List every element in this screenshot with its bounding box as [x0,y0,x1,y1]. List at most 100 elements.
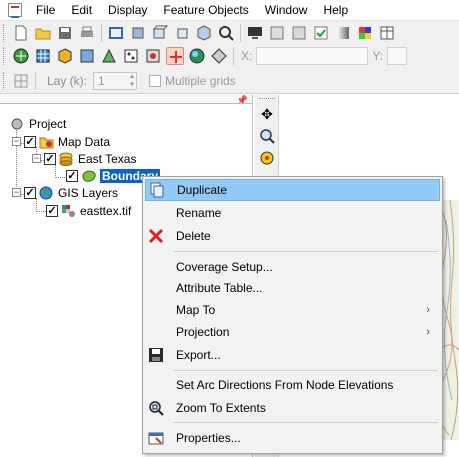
grid-layer-icon [12,72,30,90]
gis-module-icon[interactable] [188,47,206,65]
properties-label: Properties... [176,431,241,445]
print-icon[interactable] [78,24,96,42]
tin-module-icon[interactable] [100,47,118,65]
grid-module-icon[interactable] [34,47,52,65]
view-3d-alt-icon[interactable] [173,24,191,42]
properties-icon [147,429,165,447]
coverage-setup-label: Coverage Setup... [176,260,273,274]
lay-label: Lay (k): [47,73,88,88]
tree-label-east-texas: East Texas [78,151,137,166]
menu-item-projection[interactable]: Projection › [145,321,440,343]
gis-globe-icon [39,186,54,200]
context-menu: Duplicate Rename Delete Coverage Setup..… [142,176,443,454]
project-icon [10,117,25,131]
y-coord-label: Y: [372,49,384,63]
menu-item-export[interactable]: Export... [145,344,440,366]
attribute-table-label: Attribute Table... [176,281,263,295]
borehole-module-icon[interactable] [122,47,140,65]
menu-window[interactable]: Window [257,0,316,20]
tree-item-gis-layers[interactable]: − ✓ GIS Layers [12,184,118,201]
collapse-east-texas[interactable]: − [32,154,41,163]
menu-item-coverage-setup[interactable]: Coverage Setup... [145,256,440,278]
grid-layer-toolbar: Lay (k): 1 Multiple grids [0,68,459,94]
module-toolbar: X: Y: [0,44,459,68]
menu-edit[interactable]: Edit [63,0,100,20]
open-folder-icon[interactable] [34,24,52,42]
annotation-module-icon[interactable] [210,47,228,65]
boundary-polygon-icon [81,169,96,183]
projection-label: Projection [176,325,230,339]
checkbox-map-data[interactable]: ✓ [24,135,36,148]
menu-item-zoom-to-extents[interactable]: Zoom To Extents [145,397,440,419]
menu-file[interactable]: File [28,0,63,20]
menu-help[interactable]: Help [315,0,356,20]
collapse-gis-layers[interactable]: − [12,188,21,197]
standard-toolbar [0,20,459,44]
checkbox-easttex[interactable]: ✓ [46,204,58,217]
raster-image-icon [61,204,76,218]
frame-zoom-icon[interactable] [217,24,235,42]
tree-label-project: Project [29,116,67,131]
display-options-icon[interactable] [268,24,286,42]
zoom-tool-icon[interactable] [258,127,276,145]
checkbox-gis-layers[interactable]: ✓ [24,186,36,199]
table-icon[interactable] [378,24,396,42]
toolbar-grip[interactable] [3,23,6,42]
toolbar-grip[interactable] [3,71,6,90]
menu-item-set-arc-directions[interactable]: Set Arc Directions From Node Elevations [145,374,440,396]
display-monitor-icon[interactable] [246,24,264,42]
set-arc-directions-label: Set Arc Directions From Node Elevations [176,378,394,392]
multiple-grids-checkbox[interactable] [149,74,162,87]
tree-item-project[interactable]: Project [10,115,66,132]
save-icon [147,346,165,364]
menu-item-properties[interactable]: Properties... [145,427,440,449]
save-disk-icon[interactable] [56,24,74,42]
rotate-icon[interactable] [129,24,147,42]
x-coord-field[interactable] [256,47,369,65]
gradient-icon[interactable] [334,24,352,42]
color-grid-icon[interactable] [356,24,374,42]
checklist-icon[interactable] [312,24,330,42]
tree-label-map-data: Map Data [58,134,111,149]
menu-item-duplicate[interactable]: Duplicate [145,179,440,201]
menu-item-rename[interactable]: Rename [145,202,440,224]
view-cube-icon[interactable] [195,24,213,42]
menu-display[interactable]: Display [100,0,155,20]
menu-item-delete[interactable]: Delete [145,225,440,247]
submenu-arrow-icon: › [426,304,430,316]
y-coord-field[interactable] [387,47,408,65]
checkbox-boundary[interactable]: ✓ [66,169,78,182]
export-label: Export... [176,348,221,362]
app-logo-icon [8,3,22,18]
collapse-map-data[interactable]: − [12,137,21,146]
tree-item-east-texas[interactable]: − ✓ East Texas [32,150,136,167]
map-to-label: Map To [176,303,216,317]
layers-icon[interactable] [290,24,308,42]
view-3d-icon[interactable] [151,24,169,42]
checkbox-east-texas[interactable]: ✓ [44,152,56,165]
new-file-icon[interactable] [12,24,30,42]
particle-module-icon[interactable] [144,47,162,65]
map-module-icon[interactable] [166,47,184,65]
rotate-tool-icon[interactable] [258,149,276,167]
delete-label: Delete [176,229,211,243]
submenu-arrow-icon: › [426,326,430,338]
menu-item-map-to[interactable]: Map To › [145,299,440,321]
cube-module-icon[interactable] [56,47,74,65]
tree-label-easttex: easttex.tif [80,203,132,218]
menu-bar: File Edit Display Feature Objects Window… [0,0,459,20]
map-data-folder-icon [39,135,54,149]
mesh-module-icon[interactable] [12,47,30,65]
menu-feature-objects[interactable]: Feature Objects [155,0,256,20]
coverage-stack-icon [59,152,74,166]
scatter-module-icon[interactable] [78,47,96,65]
toolbar-grip[interactable] [3,47,6,65]
x-coord-label: X: [241,49,253,63]
menu-item-attribute-table[interactable]: Attribute Table... [145,277,440,299]
lay-spinner[interactable]: 1 [93,71,138,90]
pan-icon[interactable]: ✥ [258,105,276,123]
pin-icon[interactable]: 📌 [237,95,248,106]
tree-item-easttex[interactable]: ✓ easttex.tif [46,202,131,219]
tree-item-map-data[interactable]: − ✓ Map Data [12,133,110,150]
frame-icon[interactable] [107,24,125,42]
